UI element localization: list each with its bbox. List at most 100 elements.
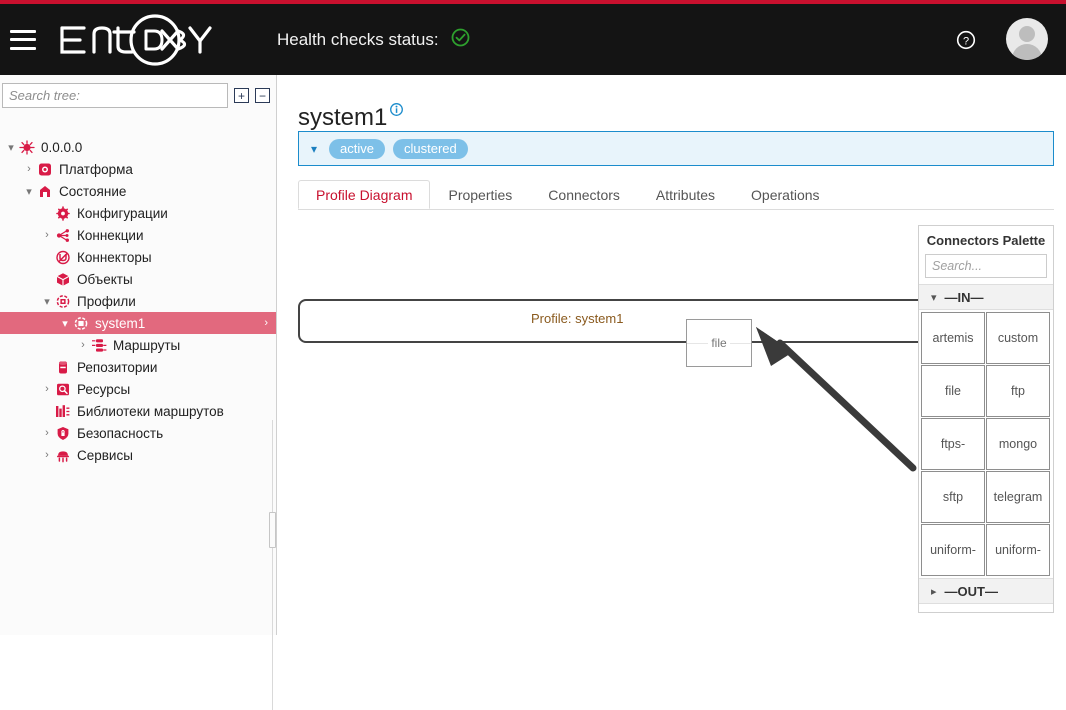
tree-item-[interactable]: Репозитории (0, 356, 276, 378)
palette-section-out[interactable]: ▸ —OUT— (919, 578, 1053, 604)
status-bar: ▾ active clustered (298, 131, 1054, 166)
palette-item-telegram-7[interactable]: telegram (986, 471, 1050, 523)
tree-item-label: Репозитории (77, 359, 158, 375)
tree-item-[interactable]: › Ресурсы (0, 378, 276, 400)
profile-node-label: Profile: system1 (531, 311, 624, 326)
resources-icon (54, 381, 72, 397)
avatar[interactable] (1006, 18, 1048, 60)
tab-bar: Profile Diagram Properties Connectors At… (298, 180, 1054, 210)
palette-item-mongo-5[interactable]: mongo (986, 418, 1050, 470)
chevron-down-icon[interactable]: ▾ (4, 141, 18, 154)
palette-item-custom-1[interactable]: custom (986, 312, 1050, 364)
tree-item-[interactable]: Библиотеки маршрутов (0, 400, 276, 422)
chevron-down-icon[interactable]: ▾ (58, 317, 72, 330)
navigation-tree: ▾ 0.0.0.0 › Платформа ▾ Состояние Конфигурац… (0, 136, 276, 466)
chevron-right-icon[interactable]: › (40, 427, 54, 439)
palette-search-input[interactable] (925, 254, 1047, 278)
tree-item-[interactable]: ▾ Состояние (0, 180, 276, 202)
status-badge-clustered[interactable]: clustered (393, 138, 468, 159)
palette-search-row (919, 254, 1053, 284)
chevron-down-icon: ▾ (931, 291, 937, 304)
help-circle-icon[interactable]: ? (956, 30, 976, 55)
state-icon (36, 183, 54, 199)
palette-item-file-2[interactable]: file (921, 365, 985, 417)
tree-item-label: Ресурсы (77, 381, 131, 397)
tree-item-system1[interactable]: ▾ system1 › (0, 312, 276, 334)
chevron-down-icon[interactable]: ▾ (40, 295, 54, 308)
tree-item-label: Библиотеки маршрутов (77, 403, 224, 419)
entaxy-logo (54, 10, 219, 70)
palette-section-out-label: —OUT— (944, 583, 998, 599)
tree-item-[interactable]: Конфигурации (0, 202, 276, 224)
search-tree-input[interactable] (2, 83, 228, 108)
palette-item-sftp-6[interactable]: sftp (921, 471, 985, 523)
app-header: Health checks status: ? (0, 4, 1066, 75)
tree-item-[interactable]: › Безопасность (0, 422, 276, 444)
security-icon (54, 425, 72, 441)
palette-item-artemis-0[interactable]: artemis (921, 312, 985, 364)
tab-operations[interactable]: Operations (733, 180, 837, 209)
tree-item-label: Маршруты (113, 337, 181, 353)
palette-section-in[interactable]: ▾ —IN— (919, 284, 1053, 310)
connections-icon (54, 227, 72, 243)
expand-all-icon[interactable]: + (234, 88, 249, 103)
check-circle-icon (451, 28, 470, 52)
chevron-down-icon[interactable]: ▾ (22, 185, 36, 198)
tree-item-label: Безопасность (77, 425, 164, 441)
avatar-body (1012, 44, 1042, 60)
chevron-right-icon[interactable]: › (76, 339, 90, 351)
platform-icon (36, 161, 54, 177)
tab-attributes[interactable]: Attributes (638, 180, 733, 209)
profile-icon (72, 315, 90, 331)
chevron-right-icon: ▸ (931, 585, 937, 598)
palette-items-in: artemis custom file ftp ftps-mongo sftp telegr… (919, 310, 1053, 578)
collapse-all-icon[interactable]: − (255, 88, 270, 103)
tree-item-label: Объекты (77, 271, 133, 287)
tab-connectors[interactable]: Connectors (530, 180, 638, 209)
chevron-down-icon[interactable]: ▾ (311, 142, 317, 156)
tree-item-label: Коннекторы (77, 249, 152, 265)
palette-item-uniform-9[interactable]: uniform- (986, 524, 1050, 576)
tree-item-0-0-0-0[interactable]: ▾ 0.0.0.0 (0, 136, 276, 158)
tree-item-[interactable]: › Платформа (0, 158, 276, 180)
tree-item-[interactable]: › Маршруты (0, 334, 276, 356)
tree-item-[interactable]: ▾ Профили (0, 290, 276, 312)
tree-item-label: Платформа (59, 161, 133, 177)
objects-icon (54, 271, 72, 287)
routes-icon (90, 337, 108, 353)
tab-properties[interactable]: Properties (430, 180, 530, 209)
sidebar-scrollbar-thumb[interactable] (269, 512, 276, 548)
page-title: system1 (298, 95, 404, 132)
avatar-head (1019, 26, 1035, 42)
palette-section-in-label: —IN— (944, 289, 984, 305)
status-badge-active[interactable]: active (329, 138, 385, 159)
svg-text:?: ? (963, 35, 969, 47)
dropped-connector-node-file[interactable]: file (686, 319, 752, 367)
palette-item-ftps-4[interactable]: ftps- (921, 418, 985, 470)
tree-search-row: + − (0, 75, 276, 114)
tree-item-[interactable]: Объекты (0, 268, 276, 290)
chevron-right-icon[interactable]: › (22, 163, 36, 175)
chevron-right-icon[interactable]: › (40, 229, 54, 241)
health-checks-status: Health checks status: (277, 28, 470, 52)
host-icon (18, 139, 36, 155)
tree-item-[interactable]: › Коннекции (0, 224, 276, 246)
chevron-right-icon[interactable]: › (40, 449, 54, 461)
tree-item-[interactable]: › Сервисы (0, 444, 276, 466)
tree-item-label: 0.0.0.0 (41, 139, 83, 155)
tree-item-[interactable]: Коннекторы (0, 246, 276, 268)
hamburger-icon[interactable] (10, 29, 36, 50)
tree-item-label: Профили (77, 293, 136, 309)
connectors-icon (54, 249, 72, 265)
info-circle-icon[interactable] (390, 95, 404, 123)
drag-arrow-annotation (756, 327, 917, 472)
tree-item-label: Коннекции (77, 227, 144, 243)
tab-profile-diagram[interactable]: Profile Diagram (298, 180, 431, 209)
dropped-connector-label: file (708, 336, 730, 350)
palette-item-uniform-8[interactable]: uniform- (921, 524, 985, 576)
route-libraries-icon (54, 403, 72, 419)
chevron-right-icon[interactable]: › (40, 383, 54, 395)
services-icon (54, 447, 72, 463)
palette-item-ftp-3[interactable]: ftp (986, 365, 1050, 417)
chevron-right-icon[interactable]: › (264, 317, 268, 329)
